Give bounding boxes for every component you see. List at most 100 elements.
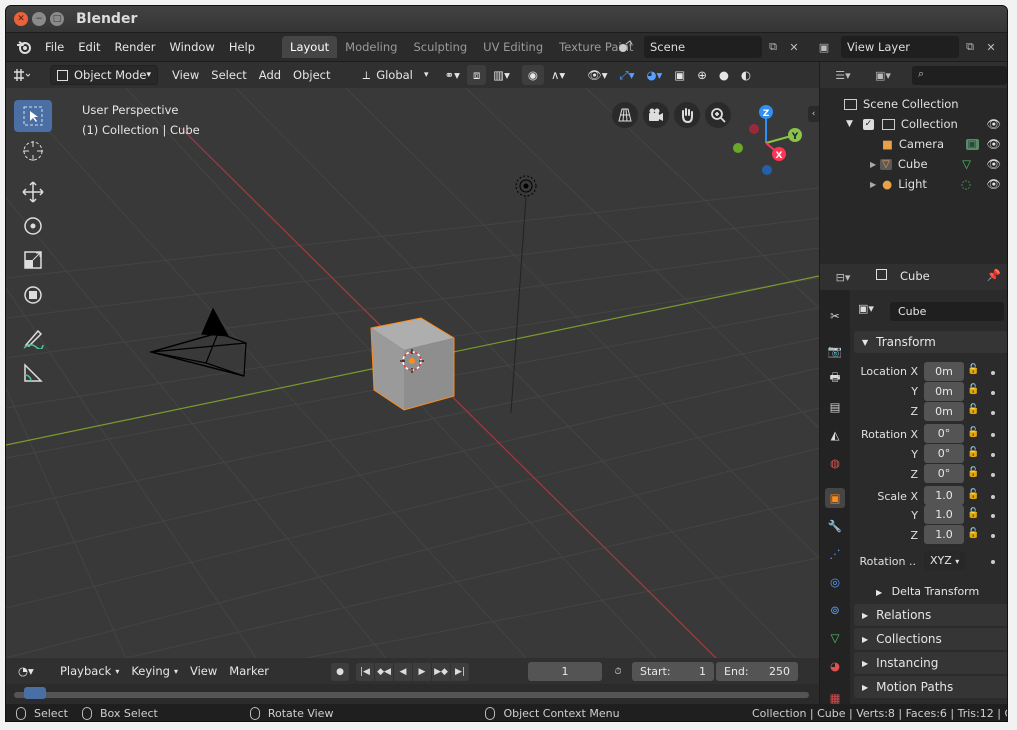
annotate-tool[interactable] bbox=[14, 322, 52, 354]
snap-icon[interactable]: ⧈ bbox=[466, 65, 487, 85]
material-tab-icon[interactable]: ◕ bbox=[825, 656, 845, 676]
blender-logo-icon[interactable] bbox=[14, 37, 34, 57]
menu-file[interactable]: File bbox=[38, 40, 71, 54]
location-y-field[interactable]: 0m bbox=[924, 382, 964, 401]
keyframe-dot[interactable] bbox=[991, 514, 995, 518]
menu-render[interactable]: Render bbox=[108, 40, 163, 54]
outliner-item-light[interactable]: ▶ ● Light ◌ 👁 bbox=[820, 174, 1007, 194]
pan-view-icon[interactable] bbox=[674, 102, 700, 128]
select-tool[interactable] bbox=[14, 100, 52, 132]
scale-y-field[interactable]: 1.0 bbox=[924, 505, 964, 524]
scene-selector-icon[interactable] bbox=[616, 37, 636, 57]
falloff-icon[interactable]: ∧▾ bbox=[545, 65, 571, 85]
mode-selector[interactable]: Object Mode ▾ bbox=[50, 65, 158, 85]
outliner-collection[interactable]: ▼ ✓ Collection 👁 bbox=[820, 114, 1007, 134]
relations-panel-header[interactable]: ▶ Relations bbox=[854, 604, 1007, 626]
rotate-tool[interactable] bbox=[14, 210, 52, 242]
data-tab-icon[interactable]: ▽ bbox=[825, 628, 845, 648]
lock-icon[interactable]: 🔓 bbox=[967, 427, 981, 441]
delete-view-layer-icon[interactable]: ✕ bbox=[981, 37, 1001, 57]
location-x-field[interactable]: 0m bbox=[924, 362, 964, 381]
outliner-search-input[interactable]: ⌕ bbox=[912, 66, 1007, 85]
keyframe-dot[interactable] bbox=[991, 411, 995, 415]
transform-orientation-selector[interactable]: ⟂ Global ▾ bbox=[357, 65, 435, 85]
constraints-tab-icon[interactable]: ⊚ bbox=[825, 600, 845, 620]
overlay-icon[interactable]: ◕▾ bbox=[641, 65, 669, 85]
tab-modeling[interactable]: Modeling bbox=[337, 36, 405, 58]
cursor-tool[interactable] bbox=[14, 135, 52, 167]
play-reverse-icon[interactable]: ◀ bbox=[394, 663, 412, 681]
lock-icon[interactable]: 🔓 bbox=[967, 447, 981, 461]
camera-data-icon[interactable]: ▣ bbox=[965, 138, 979, 150]
display-mode-icon[interactable]: ▣▾ bbox=[868, 65, 898, 85]
menu-edit[interactable]: Edit bbox=[71, 40, 107, 54]
xray-icon[interactable]: ▣ bbox=[668, 65, 691, 85]
play-icon[interactable]: ▶ bbox=[413, 663, 431, 681]
pivot-point-icon[interactable]: ⚭▾ bbox=[439, 65, 466, 85]
menu-window[interactable]: Window bbox=[162, 40, 221, 54]
stopwatch-icon[interactable]: ⏱ bbox=[609, 663, 627, 681]
lock-icon[interactable]: 🔓 bbox=[967, 404, 981, 418]
move-tool[interactable] bbox=[14, 176, 52, 208]
scene-name-field[interactable]: Scene bbox=[644, 36, 762, 58]
pin-icon[interactable]: 📌 bbox=[987, 268, 1001, 282]
jump-keyframe-forward-icon[interactable]: ▶◆ bbox=[432, 663, 450, 681]
zoom-view-icon[interactable] bbox=[705, 102, 731, 128]
object-name-field[interactable]: Cube bbox=[890, 302, 1004, 321]
delta-transform-subpanel[interactable]: ▶ Delta Transform bbox=[876, 585, 979, 598]
outliner-editor-type-icon[interactable]: ☰▾ bbox=[828, 65, 858, 85]
scale-tool[interactable] bbox=[14, 244, 52, 276]
close-window-button[interactable]: ✕ bbox=[14, 12, 28, 26]
jump-keyframe-back-icon[interactable]: ◆◀ bbox=[375, 663, 393, 681]
measure-tool[interactable] bbox=[14, 357, 52, 389]
lock-icon[interactable]: 🔓 bbox=[967, 467, 981, 481]
object-data-type-icon[interactable]: ▣▾ bbox=[858, 302, 884, 321]
motion-paths-panel-header[interactable]: ▶ Motion Paths bbox=[854, 676, 1007, 698]
lock-icon[interactable]: 🔓 bbox=[967, 384, 981, 398]
current-frame-field[interactable]: 1 bbox=[528, 662, 602, 681]
location-z-field[interactable]: 0m bbox=[924, 402, 964, 421]
snap-target-icon[interactable]: ▥▾ bbox=[487, 65, 516, 85]
keyframe-dot[interactable] bbox=[991, 560, 995, 564]
shading-wireframe-icon[interactable]: ⊕ bbox=[691, 65, 713, 85]
keyframe-dot[interactable] bbox=[991, 371, 995, 375]
keyframe-dot[interactable] bbox=[991, 534, 995, 538]
visibility-eye-icon[interactable]: 👁 bbox=[986, 157, 1001, 171]
jump-start-icon[interactable]: |◀ bbox=[356, 663, 374, 681]
proportional-edit-icon[interactable]: ◉ bbox=[521, 65, 544, 85]
tool-tab-icon[interactable]: ✂ bbox=[825, 306, 845, 326]
outliner-item-camera[interactable]: ■ Camera ▣ 👁 bbox=[820, 134, 1007, 154]
scene-tab-icon[interactable]: ◭ bbox=[825, 425, 845, 445]
keyframe-dot[interactable] bbox=[991, 453, 995, 457]
lock-icon[interactable]: 🔓 bbox=[967, 489, 981, 503]
object-tab-icon[interactable]: ▣ bbox=[825, 488, 845, 508]
camera-view-icon[interactable] bbox=[643, 102, 669, 128]
viewport-menu-select[interactable]: Select bbox=[205, 65, 252, 85]
viewport-menu-view[interactable]: View bbox=[166, 65, 205, 85]
lock-icon[interactable]: 🔓 bbox=[967, 528, 981, 542]
viewport-menu-add[interactable]: Add bbox=[253, 65, 287, 85]
scale-z-field[interactable]: 1.0 bbox=[924, 525, 964, 544]
checkbox-icon[interactable]: ✓ bbox=[862, 118, 874, 130]
new-view-layer-icon[interactable]: ⧉ bbox=[960, 37, 980, 57]
rotation-z-field[interactable]: 0° bbox=[924, 464, 964, 483]
toggle-grid-icon[interactable] bbox=[612, 102, 638, 128]
tab-uv-editing[interactable]: UV Editing bbox=[475, 36, 551, 58]
keyframe-dot[interactable] bbox=[991, 473, 995, 477]
expand-arrow-icon[interactable]: ▼ bbox=[846, 119, 853, 129]
timeline-editor-type-icon[interactable]: ◔▾ bbox=[12, 661, 50, 681]
sidebar-toggle-icon[interactable]: ‹ bbox=[808, 106, 819, 122]
rotation-mode-select[interactable]: XYZ ▾ bbox=[924, 551, 966, 570]
minimize-window-button[interactable]: − bbox=[32, 12, 46, 26]
tab-layout[interactable]: Layout bbox=[282, 36, 338, 58]
menu-help[interactable]: Help bbox=[222, 40, 262, 54]
collections-panel-header[interactable]: ▶ Collections bbox=[854, 628, 1007, 650]
view-layer-tab-icon[interactable]: ▤ bbox=[825, 397, 845, 417]
properties-editor-type-icon[interactable]: ⊟▾ bbox=[828, 267, 858, 287]
outliner-scene-collection[interactable]: Scene Collection bbox=[820, 94, 1007, 114]
mesh-data-icon[interactable]: ▽ bbox=[962, 157, 971, 171]
viewport-menu-object[interactable]: Object bbox=[287, 65, 336, 85]
expand-arrow-icon[interactable]: ▶ bbox=[870, 180, 876, 189]
output-tab-icon[interactable]: 🖶 bbox=[825, 369, 845, 389]
3d-viewport[interactable]: User Perspective (1) Collection | Cube Z… bbox=[6, 88, 819, 658]
